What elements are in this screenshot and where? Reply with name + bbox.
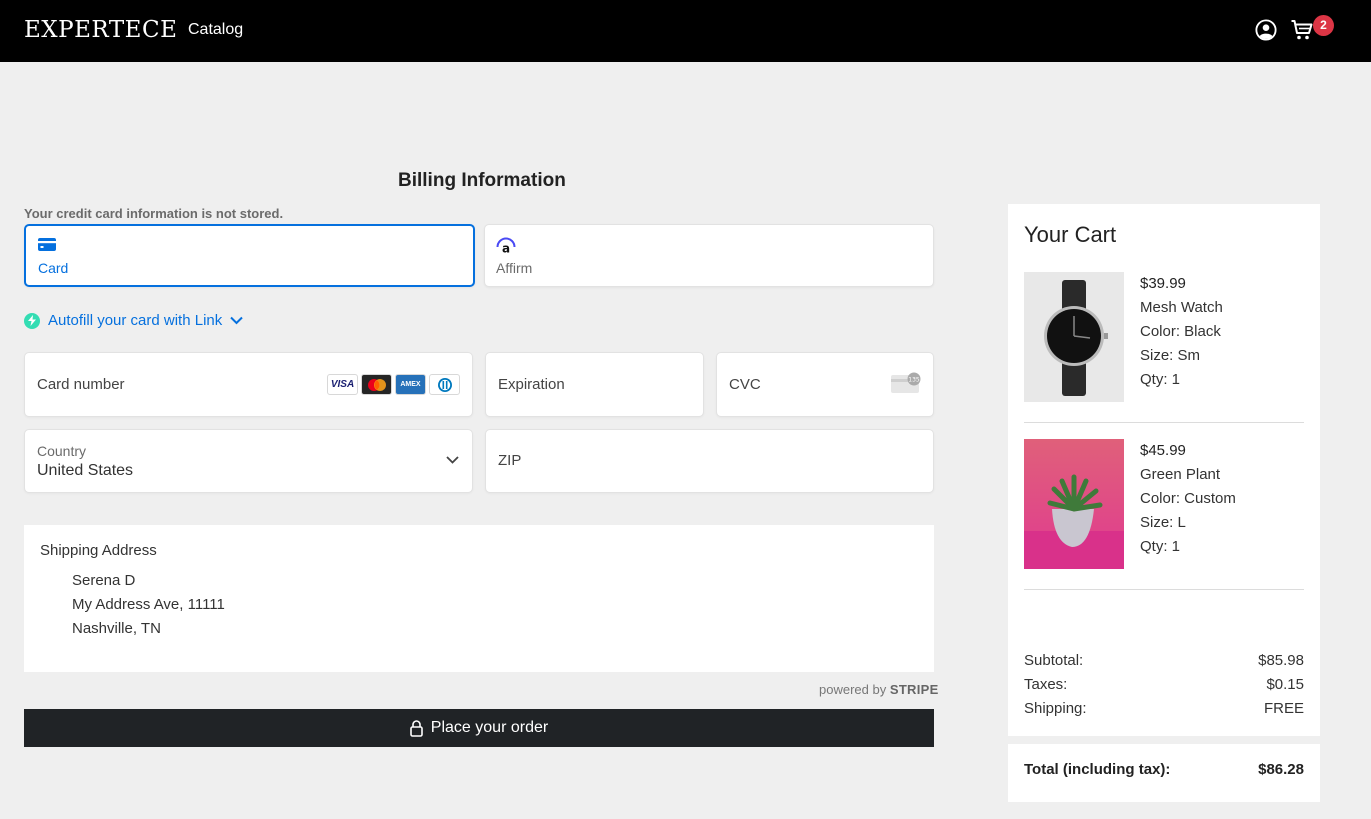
shipping-cost-row: Shipping: FREE [1024,700,1304,717]
mesh-watch-image [1024,272,1124,402]
place-order-label: Place your order [430,719,549,736]
cvc-card-icon: 135 [891,372,921,393]
taxes-row: Taxes: $0.15 [1024,676,1304,693]
shipping-cost-value: FREE [1263,700,1304,717]
shipping-street: My Address Ave, 11111 [72,596,225,613]
lock-icon [409,719,423,737]
shipping-address-title: Shipping Address [40,542,157,559]
powered-by-prefix: powered by [819,682,887,697]
cvc-input[interactable]: CVC 135 [716,352,934,417]
cvc-hint-text: 135 [908,377,920,384]
country-select[interactable]: Country United States [24,429,473,493]
total-value: $86.28 [1258,761,1304,778]
expiration-placeholder: Expiration [498,376,565,393]
green-plant-image [1024,439,1124,569]
cart-item-name: Green Plant [1140,466,1221,483]
country-label: Country [37,443,87,459]
cart-item-price: $45.99 [1140,442,1186,459]
taxes-label: Taxes: [1024,676,1068,693]
subtotal-label: Subtotal: [1024,652,1084,669]
zip-input[interactable]: ZIP [485,429,934,493]
cart-count-badge: 2 [1313,15,1334,36]
lightning-bolt-icon [24,312,40,329]
shipping-cost-label: Shipping: [1024,700,1087,717]
payment-tab-card-label: Card [38,260,69,276]
top-nav-bar: EXPERTECE Catalog 2 [0,0,1371,62]
taxes-value: $0.15 [1266,676,1304,693]
user-account-icon[interactable] [1255,19,1277,41]
autofill-link-button[interactable]: Autofill your card with Link [24,312,243,329]
cart-item-color: Color: Black [1140,323,1221,340]
autofill-link-label: Autofill your card with Link [48,312,223,329]
card-number-placeholder: Card number [37,376,125,393]
cart-panel: Your Cart $39.99 Mesh Watch Color: Black… [1008,204,1320,736]
cvc-placeholder: CVC [729,376,761,393]
shopping-cart-icon[interactable] [1290,18,1314,42]
cart-title: Your Cart [1024,222,1117,247]
total-panel: Total (including tax): $86.28 [1008,744,1320,802]
powered-by-stripe[interactable]: powered by STRIPE [819,682,939,697]
cart-item-info: $45.99 Green Plant Color: Custom Size: L… [1140,439,1236,559]
place-order-button[interactable]: Place your order [24,709,934,747]
card-brand-logos: VISA AMEX [327,374,460,395]
zip-placeholder: ZIP [498,452,522,469]
payment-tab-card[interactable]: Card [24,224,475,287]
total-label: Total (including tax): [1024,761,1171,778]
shipping-city: Nashville, TN [72,620,161,637]
cart-divider [1024,422,1304,423]
subtotal-row: Subtotal: $85.98 [1024,652,1304,669]
total-row: Total (including tax): $86.28 [1024,761,1304,778]
card-number-input[interactable]: Card number VISA AMEX [24,352,473,417]
cart-item-info: $39.99 Mesh Watch Color: Black Size: Sm … [1140,272,1223,392]
svg-text:a: a [502,242,510,256]
affirm-icon: a [496,237,516,255]
billing-title: Billing Information [398,170,566,191]
cart-item-name: Mesh Watch [1140,299,1223,316]
cart-item-qty: Qty: 1 [1140,538,1181,555]
stripe-wordmark: STRIPE [889,682,939,697]
nav-catalog-link[interactable]: Catalog [188,21,243,39]
amex-icon: AMEX [395,374,426,395]
shipping-address-card: Shipping Address Serena D My Address Ave… [24,525,934,672]
cart-item-size: Size: L [1140,514,1186,531]
cart-item-size: Size: Sm [1140,347,1201,364]
credit-card-icon [38,238,56,251]
payment-tab-affirm-label: Affirm [496,260,533,276]
brand-logo[interactable]: EXPERTECE [24,17,177,43]
card-storage-notice: Your credit card information is not stor… [24,206,284,221]
cart-item-qty: Qty: 1 [1140,371,1181,388]
cart-divider [1024,589,1304,590]
country-value: United States [37,462,134,479]
shipping-name: Serena D [72,572,136,589]
cart-item-color: Color: Custom [1140,490,1236,507]
mastercard-icon [361,374,392,395]
chevron-down-icon [230,316,243,325]
cart-item-price: $39.99 [1140,275,1186,292]
diners-club-icon [429,374,460,395]
expiration-input[interactable]: Expiration [485,352,704,417]
chevron-down-icon [446,456,459,464]
payment-tab-affirm[interactable]: a Affirm [484,224,934,287]
visa-icon: VISA [327,374,358,395]
subtotal-value: $85.98 [1258,652,1304,669]
